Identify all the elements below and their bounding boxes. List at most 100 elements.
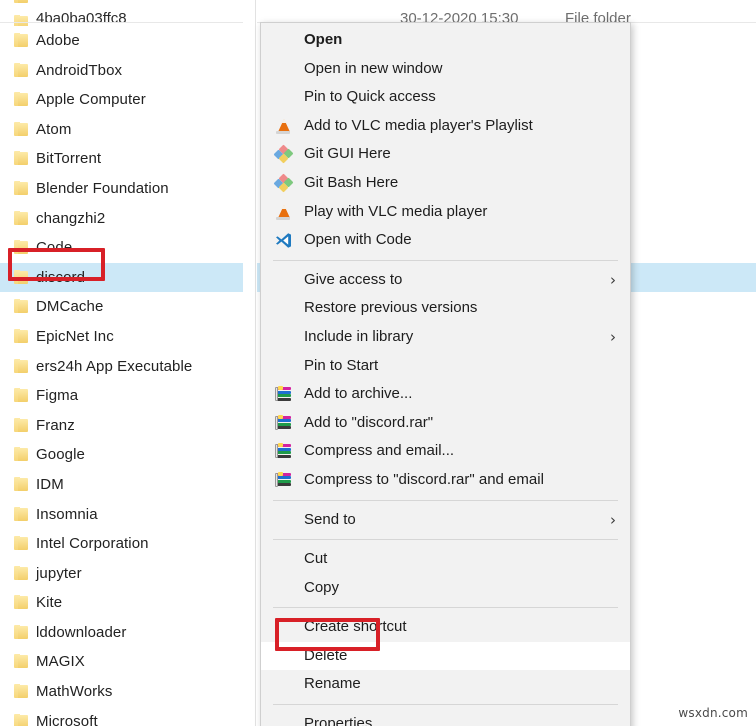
winrar-icon	[275, 472, 292, 489]
menu-item-label: Pin to Quick access	[304, 88, 436, 105]
menu-item-include-in-library[interactable]: Include in library ›	[261, 323, 630, 352]
menu-separator	[273, 260, 618, 261]
menu-separator	[273, 500, 618, 501]
folder-name-label: Atom	[36, 115, 71, 145]
folder-icon	[14, 359, 29, 373]
menu-item-copy[interactable]: Copy	[261, 574, 630, 603]
menu-separator	[273, 539, 618, 540]
menu-item-delete[interactable]: Delete	[261, 642, 630, 671]
winrar-icon	[275, 415, 292, 432]
folder-icon	[14, 0, 29, 3]
folder-icon	[14, 122, 29, 136]
menu-item-open-in-new-window[interactable]: Open in new window	[261, 55, 630, 84]
menu-item-label: Compress and email...	[304, 442, 454, 459]
screen: EA Sports 10-10-2021 14:25 File folder 4…	[0, 0, 756, 726]
folder-icon	[14, 714, 29, 726]
git-icon	[275, 146, 292, 163]
chevron-right-icon: ›	[610, 506, 616, 535]
folder-name-label: Code	[36, 233, 72, 263]
menu-item-label: Restore previous versions	[304, 299, 477, 316]
folder-icon	[14, 92, 29, 106]
menu-item-label: Send to	[304, 511, 356, 528]
folder-icon	[14, 447, 29, 461]
folder-icon	[14, 181, 29, 195]
folder-name-label: Insomnia	[36, 500, 98, 530]
vlc-cone-icon	[275, 118, 292, 135]
menu-item-label: Give access to	[304, 271, 402, 288]
menu-item-open[interactable]: Open	[261, 26, 630, 55]
winrar-icon	[275, 443, 292, 460]
folder-icon	[14, 654, 29, 668]
menu-item-rename[interactable]: Rename	[261, 670, 630, 699]
menu-item-play-with-vlc-media-player[interactable]: Play with VLC media player	[261, 198, 630, 227]
menu-item-label: Delete	[304, 647, 347, 664]
folder-name-label: Microsoft	[36, 707, 98, 726]
menu-item-add-to-vlc-media-players-playlist[interactable]: Add to VLC media player's Playlist	[261, 112, 630, 141]
menu-item-properties[interactable]: Properties	[261, 710, 630, 726]
folder-icon	[14, 507, 29, 521]
file-type: File folder	[565, 0, 631, 1]
file-name: EA Sports	[36, 0, 103, 1]
context-menu[interactable]: Open Open in new window Pin to Quick acces…	[260, 22, 631, 726]
folder-icon	[14, 388, 29, 402]
menu-item-git-bash-here[interactable]: Git Bash Here	[261, 169, 630, 198]
menu-item-compress-to-discordrar-and-email[interactable]: Compress to "discord.rar" and email	[261, 466, 630, 495]
menu-item-give-access-to[interactable]: Give access to ›	[261, 266, 630, 295]
folder-name-label: AndroidTbox	[36, 56, 122, 86]
folder-name-label: Blender Foundation	[36, 174, 169, 204]
menu-item-label: Rename	[304, 675, 361, 692]
folder-name-label: Franz	[36, 411, 75, 441]
folder-name-label: Google	[36, 440, 85, 470]
menu-item-label: Open	[304, 31, 342, 48]
folder-name-label: lddownloader	[36, 618, 126, 648]
menu-item-open-with-code[interactable]: Open with Code	[261, 226, 630, 255]
menu-item-label: Include in library	[304, 328, 413, 345]
menu-item-label: Create shortcut	[304, 618, 407, 635]
folder-icon	[14, 418, 29, 432]
vlc-cone-icon	[275, 204, 292, 221]
git-icon	[275, 175, 292, 192]
menu-item-cut[interactable]: Cut	[261, 545, 630, 574]
folder-name-label: Adobe	[36, 26, 80, 56]
chevron-right-icon: ›	[610, 266, 616, 295]
winrar-icon	[275, 386, 292, 403]
menu-item-compress-and-email[interactable]: Compress and email...	[261, 437, 630, 466]
menu-item-restore-previous-versions[interactable]: Restore previous versions	[261, 294, 630, 323]
menu-item-pin-to-quick-access[interactable]: Pin to Quick access	[261, 83, 630, 112]
folder-icon	[14, 151, 29, 165]
folder-name-label: EpicNet Inc	[36, 322, 114, 352]
menu-item-label: Add to "discord.rar"	[304, 414, 433, 431]
menu-item-add-to-archive[interactable]: Add to archive...	[261, 380, 630, 409]
folder-icon	[14, 625, 29, 639]
menu-item-label: Git Bash Here	[304, 174, 398, 191]
menu-item-add-to-discordrar[interactable]: Add to "discord.rar"	[261, 409, 630, 438]
folder-name-label: MAGIX	[36, 647, 85, 677]
menu-separator	[273, 607, 618, 608]
folder-name-label: Figma	[36, 381, 78, 411]
pane-divider	[255, 0, 256, 726]
folder-name-label: IDM	[36, 470, 64, 500]
folder-icon	[14, 299, 29, 313]
folder-icon	[14, 477, 29, 491]
menu-item-label: Play with VLC media player	[304, 203, 487, 220]
folder-name-label: MathWorks	[36, 677, 112, 707]
folder-name-label: BitTorrent	[36, 144, 101, 174]
menu-item-send-to[interactable]: Send to ›	[261, 506, 630, 535]
menu-item-label: Compress to "discord.rar" and email	[304, 471, 544, 488]
menu-item-git-gui-here[interactable]: Git GUI Here	[261, 140, 630, 169]
folder-icon	[14, 684, 29, 698]
menu-item-label: Open with Code	[304, 231, 412, 248]
menu-item-create-shortcut[interactable]: Create shortcut	[261, 613, 630, 642]
menu-item-label: Add to archive...	[304, 385, 412, 402]
menu-item-label: Properties	[304, 715, 372, 726]
menu-item-label: Cut	[304, 550, 327, 567]
folder-name-label: discord	[36, 263, 85, 293]
chevron-right-icon: ›	[610, 323, 616, 352]
file-name: 4ba0ba03ffc8	[36, 10, 127, 27]
menu-item-label: Copy	[304, 579, 339, 596]
folder-icon	[14, 63, 29, 77]
menu-item-label: Add to VLC media player's Playlist	[304, 117, 533, 134]
folder-icon	[14, 595, 29, 609]
menu-item-pin-to-start[interactable]: Pin to Start	[261, 352, 630, 381]
menu-separator	[273, 704, 618, 705]
